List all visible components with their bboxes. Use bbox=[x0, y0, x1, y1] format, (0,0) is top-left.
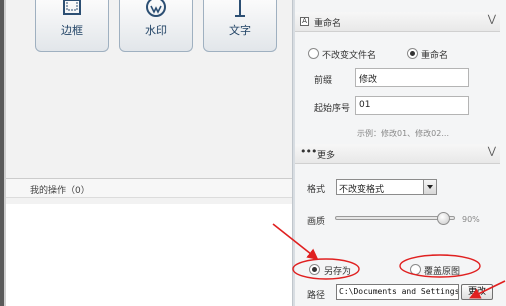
text-icon bbox=[235, 0, 245, 17]
path-label: 路径 bbox=[307, 291, 326, 301]
rename-example: 示例：修改01、修改02... bbox=[357, 129, 449, 138]
start-number-input[interactable]: 01 bbox=[355, 96, 469, 115]
collapse-chevron-icon[interactable]: ⋁ bbox=[488, 14, 496, 25]
border-button[interactable]: 边框 bbox=[35, 0, 109, 52]
border-icon bbox=[63, 0, 81, 15]
watermark-icon bbox=[146, 0, 166, 17]
save-as-radio[interactable] bbox=[309, 264, 320, 275]
watermark-button-label: 水印 bbox=[145, 24, 167, 37]
more-dots-icon: ••• bbox=[300, 145, 317, 158]
keep-name-label: 不改变文件名 bbox=[322, 51, 377, 61]
keep-name-radio[interactable] bbox=[308, 48, 319, 59]
settings-pane: A 重命名 ⋁ 不改变文件名 重命名 前缀 修改 起始序号 01 示例：修改01… bbox=[295, 0, 506, 306]
rename-section-title: 重命名 bbox=[314, 19, 342, 29]
start-number-label: 起始序号 bbox=[314, 104, 351, 114]
format-label: 格式 bbox=[307, 185, 326, 195]
prefix-input[interactable]: 修改 bbox=[355, 68, 469, 87]
collapse-chevron-icon[interactable]: ⋁ bbox=[488, 146, 496, 157]
format-select-value: 不改变格式 bbox=[339, 185, 385, 195]
overwrite-label: 覆盖原图 bbox=[424, 267, 461, 277]
change-path-button[interactable]: 更改 bbox=[461, 284, 493, 300]
path-input[interactable]: C:\Documents and Settings\ bbox=[336, 284, 459, 300]
more-section-header[interactable]: ••• 更多 ⋁ bbox=[295, 144, 500, 164]
quality-value: 90% bbox=[462, 215, 480, 224]
operations-title: 我的操作（0） bbox=[30, 186, 90, 196]
text-button-label: 文字 bbox=[229, 24, 251, 37]
chevron-down-icon[interactable] bbox=[423, 180, 436, 194]
text-button[interactable]: 文字 bbox=[203, 0, 277, 52]
watermark-button[interactable]: 水印 bbox=[119, 0, 193, 52]
rename-section-icon: A bbox=[300, 17, 309, 26]
operations-list bbox=[6, 204, 292, 306]
rename-section-header[interactable]: A 重命名 ⋁ bbox=[295, 12, 500, 32]
border-button-label: 边框 bbox=[61, 24, 83, 37]
overwrite-radio[interactable] bbox=[410, 264, 421, 275]
rename-label: 重命名 bbox=[421, 51, 449, 61]
prefix-label: 前缀 bbox=[314, 76, 333, 86]
save-as-label: 另存为 bbox=[324, 267, 352, 277]
format-select[interactable]: 不改变格式 bbox=[336, 179, 437, 195]
rename-radio[interactable] bbox=[407, 48, 418, 59]
quality-slider-thumb[interactable] bbox=[436, 212, 450, 225]
operations-header: 我的操作（0） bbox=[6, 178, 292, 198]
more-section-title: 更多 bbox=[317, 151, 336, 161]
quality-label: 画质 bbox=[307, 217, 326, 227]
